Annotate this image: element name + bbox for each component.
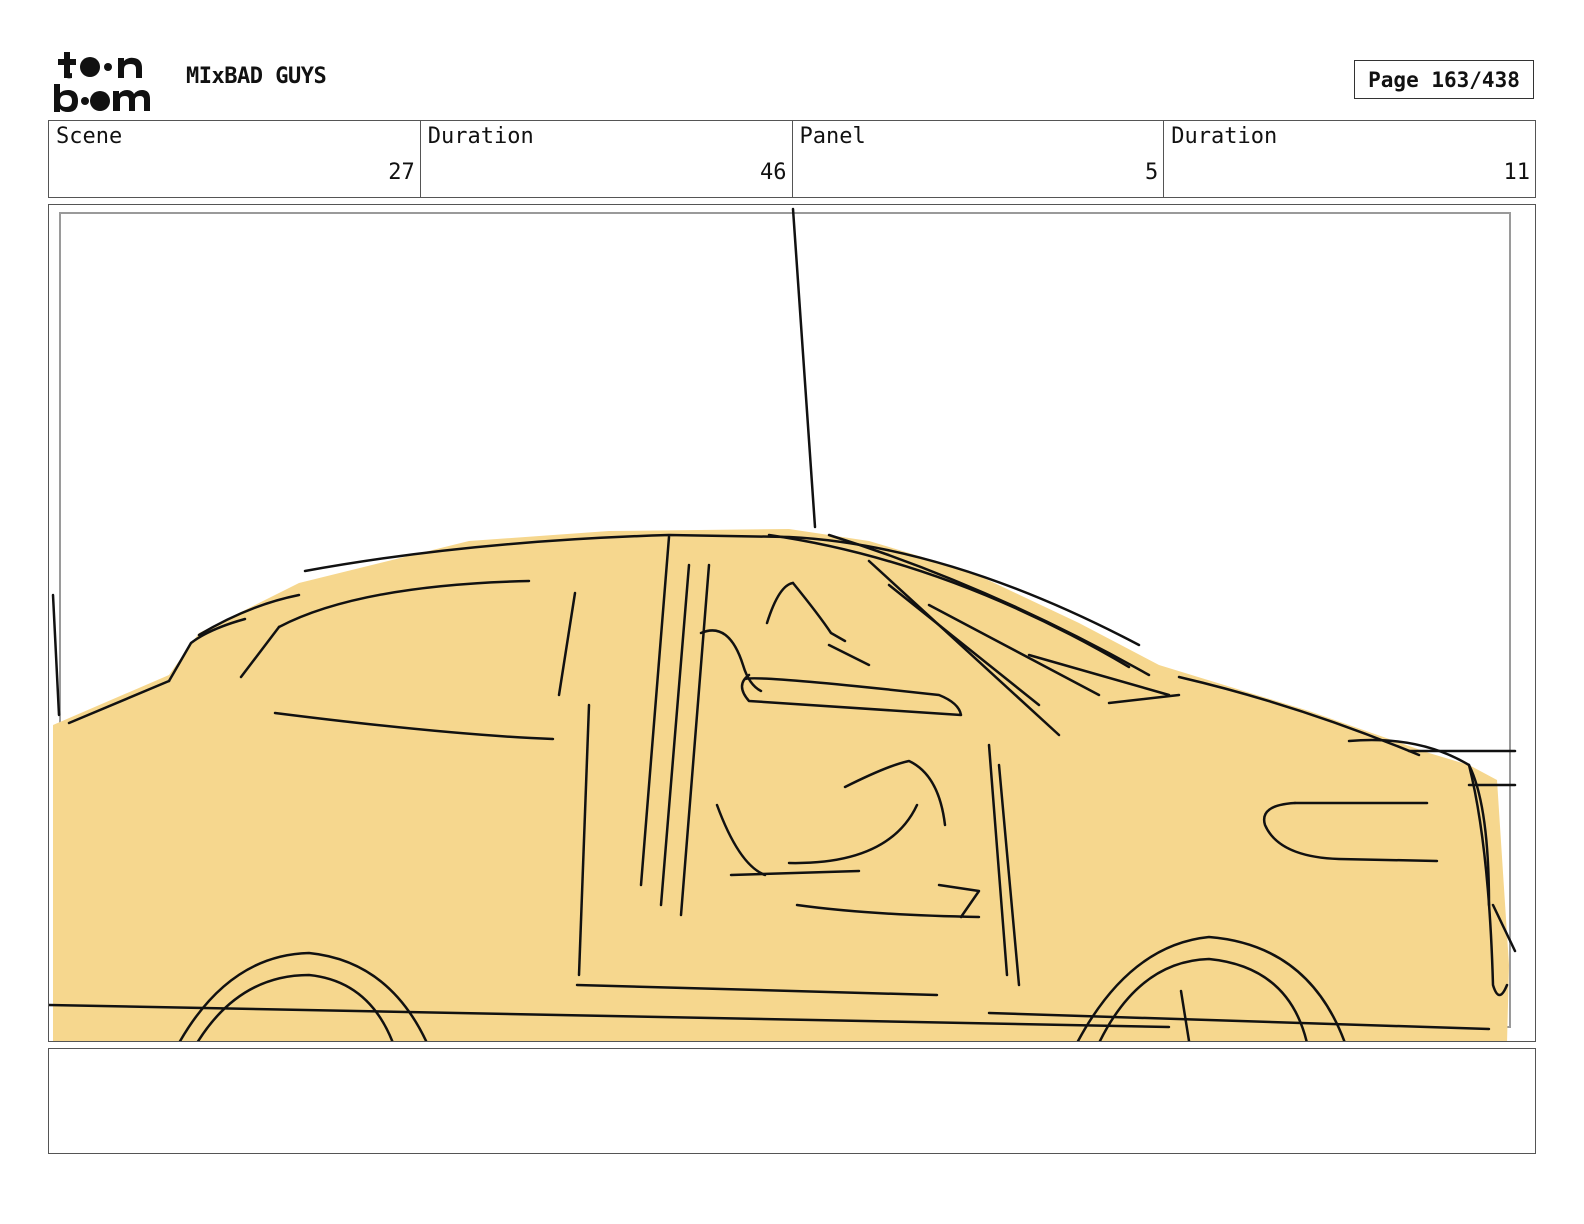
page-indicator: Page 163/438 [1354, 60, 1534, 99]
scene-duration-label: Duration [427, 124, 534, 149]
storyboard-panel [48, 204, 1536, 1042]
car-side-sketch-icon [49, 207, 1517, 1041]
scene-cell: Scene 27 [49, 121, 421, 197]
panel-duration-value: 11 [1503, 160, 1531, 185]
info-row: Scene 27 Duration 46 Panel 5 Duration 11 [48, 120, 1536, 198]
scene-duration-cell: Duration 46 [421, 121, 793, 197]
scene-duration-value: 46 [760, 160, 787, 185]
toon-boom-logo-icon [52, 50, 164, 112]
scene-value: 27 [388, 160, 415, 185]
scene-label: Scene [56, 124, 123, 149]
notes-box[interactable] [48, 1048, 1536, 1154]
panel-label: Panel [799, 124, 866, 149]
panel-duration-cell: Duration 11 [1164, 121, 1535, 197]
panel-value: 5 [1145, 160, 1159, 185]
panel-cell: Panel 5 [793, 121, 1165, 197]
project-title: MIxBAD GUYS [186, 64, 327, 89]
panel-duration-label: Duration [1171, 124, 1278, 149]
